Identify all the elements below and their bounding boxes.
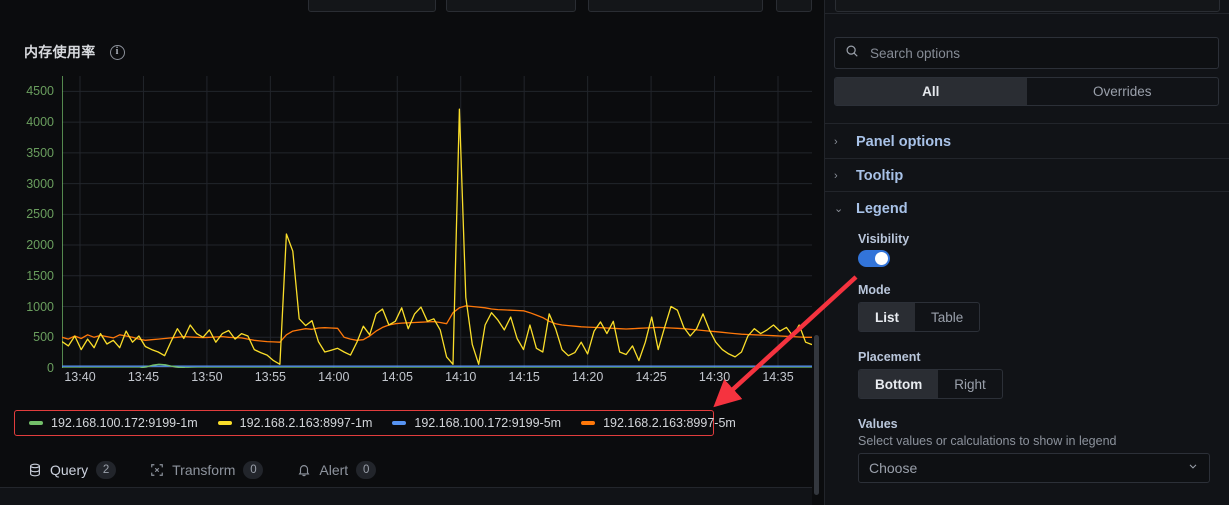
- tab-alert[interactable]: Alert 0: [297, 452, 377, 488]
- legend-color-swatch: [392, 421, 407, 425]
- database-icon: [28, 463, 42, 477]
- time-series-chart[interactable]: 0 500 1000 1500 2000 2500 3000 3500 4000 4500 13:…: [0, 76, 812, 406]
- section-label: Panel options: [856, 133, 952, 150]
- panel-header: 内存使用率 i: [24, 42, 125, 62]
- bell-icon: [297, 463, 311, 477]
- visibility-label: Visibility: [858, 232, 910, 246]
- toolbar-chip-2[interactable]: [446, 0, 576, 12]
- info-circle-icon[interactable]: i: [109, 44, 125, 60]
- y-axis-tick-label: 1000: [26, 299, 54, 314]
- tab-all[interactable]: All: [835, 78, 1027, 105]
- x-axis-tick-label: 14:30: [698, 370, 731, 384]
- x-axis-tick-label: 13:50: [191, 370, 223, 384]
- legend-color-swatch: [29, 421, 43, 425]
- x-axis-tick-label: 13:45: [127, 370, 160, 384]
- options-scrollbar[interactable]: [814, 335, 819, 495]
- section-label: Tooltip: [856, 167, 904, 184]
- section-label: Legend: [856, 200, 908, 217]
- section-legend[interactable]: ⌄ Legend: [834, 192, 1224, 225]
- tab-label: Query: [50, 462, 89, 478]
- x-axis-tick-label: 14:20: [571, 370, 604, 384]
- x-axis-tick-label: 14:25: [635, 370, 667, 384]
- x-axis-tick-label: 14:05: [381, 370, 413, 384]
- toolbar-chip-1[interactable]: [308, 0, 436, 12]
- y-axis-tick-label: 3000: [26, 176, 54, 191]
- transform-icon: [150, 463, 164, 477]
- divider: [824, 123, 1229, 124]
- options-top-strip: [825, 0, 1229, 14]
- tab-label: Transform: [172, 462, 236, 478]
- legend-series-label: 192.168.2.163:8997-5m: [603, 416, 736, 430]
- legend-series-label: 192.168.100.172:9199-5m: [414, 416, 562, 430]
- y-axis-tick-label: 4500: [26, 84, 54, 99]
- search-icon: [845, 44, 859, 63]
- list-item[interactable]: 192.168.2.163:8997-5m: [581, 416, 736, 430]
- placement-option-bottom[interactable]: Bottom: [859, 370, 939, 398]
- values-select[interactable]: Choose: [858, 453, 1210, 483]
- tab-transform[interactable]: Transform 0: [150, 452, 264, 488]
- mode-option-list[interactable]: List: [859, 303, 916, 331]
- values-description: Select values or calculations to show in…: [858, 434, 1117, 448]
- chevron-right-icon: ›: [834, 135, 838, 148]
- y-axis-tick-label: 500: [33, 330, 54, 345]
- y-axis-tick-label: 2500: [26, 207, 54, 222]
- chevron-down-icon: ⌄: [834, 203, 844, 215]
- y-axis-tick-label: 4000: [26, 115, 54, 130]
- editor-tab-bar: Query 2 Transform 0 Alert 0: [0, 452, 812, 489]
- chart-legend[interactable]: 192.168.100.172:9199-1m 192.168.2.163:89…: [14, 410, 736, 436]
- tab-query[interactable]: Query 2: [28, 452, 117, 489]
- x-axis: 13:40 13:45 13:50 13:55 14:00 14:05 14:10 14:15…: [0, 370, 812, 390]
- tab-count-badge: 0: [356, 461, 377, 479]
- placement-label: Placement: [858, 350, 921, 364]
- mode-label: Mode: [858, 283, 891, 297]
- x-axis-tick-label: 14:10: [445, 370, 477, 384]
- legend-series-label: 192.168.100.172:9199-1m: [51, 416, 198, 430]
- y-axis-tick-label: 1500: [26, 268, 54, 283]
- x-axis-tick-label: 14:15: [508, 370, 540, 384]
- list-item[interactable]: 192.168.100.172:9199-1m: [29, 416, 198, 430]
- legend-series-label: 192.168.2.163:8997-1m: [239, 416, 373, 430]
- time-range-picker[interactable]: ◴ ⚲: [588, 0, 763, 12]
- tab-overrides[interactable]: Overrides: [1027, 78, 1219, 105]
- legend-color-swatch: [217, 421, 232, 425]
- chevron-right-icon: ›: [834, 169, 838, 182]
- options-filter-tabs: All Overrides: [834, 77, 1219, 106]
- select-value: Choose: [869, 460, 918, 476]
- placement-option-right[interactable]: Right: [938, 370, 1002, 398]
- legend-mode-control: List Table: [858, 302, 981, 332]
- list-item[interactable]: 192.168.100.172:9199-5m: [392, 416, 561, 430]
- chevron-down-icon: [1187, 459, 1199, 477]
- chart-plot-area: [62, 76, 812, 368]
- y-axis: 0 500 1000 1500 2000 2500 3000 3500 4000 4500: [0, 76, 62, 375]
- section-tooltip[interactable]: › Tooltip: [834, 159, 1224, 192]
- values-label: Values: [858, 417, 898, 431]
- x-axis-tick-label: 13:40: [64, 370, 96, 384]
- chart-series-line: [62, 108, 812, 365]
- tab-count-badge: 2: [96, 461, 117, 479]
- tab-label: Alert: [319, 462, 349, 478]
- x-axis-tick-label: 14:00: [318, 370, 350, 384]
- section-panel-options[interactable]: › Panel options: [834, 125, 1224, 158]
- query-editor-area: [0, 488, 812, 505]
- visibility-toggle[interactable]: [858, 250, 890, 267]
- legend-color-swatch: [581, 421, 596, 425]
- legend-placement-control: Bottom Right: [858, 369, 1003, 399]
- tab-count-badge: 0: [243, 461, 264, 479]
- mode-option-table[interactable]: Table: [915, 303, 979, 331]
- y-axis-tick-label: 2000: [26, 238, 54, 253]
- list-item[interactable]: 192.168.2.163:8997-1m: [217, 416, 373, 430]
- search-input[interactable]: [868, 44, 1208, 62]
- visualization-panel: 内存使用率 i 0 500 1000 1500 2000 2500 3000 3500 4000…: [0, 14, 812, 454]
- panel-edit-chip[interactable]: [835, 0, 1220, 12]
- y-axis-tick-label: 3500: [26, 145, 54, 160]
- search-options-field[interactable]: [834, 37, 1219, 69]
- toggle-knob: [875, 252, 888, 265]
- page-title: 内存使用率: [24, 44, 96, 60]
- refresh-button[interactable]: ⟳: [776, 0, 812, 12]
- x-axis-tick-label: 14:35: [762, 370, 794, 384]
- x-axis-tick-label: 13:55: [254, 370, 286, 384]
